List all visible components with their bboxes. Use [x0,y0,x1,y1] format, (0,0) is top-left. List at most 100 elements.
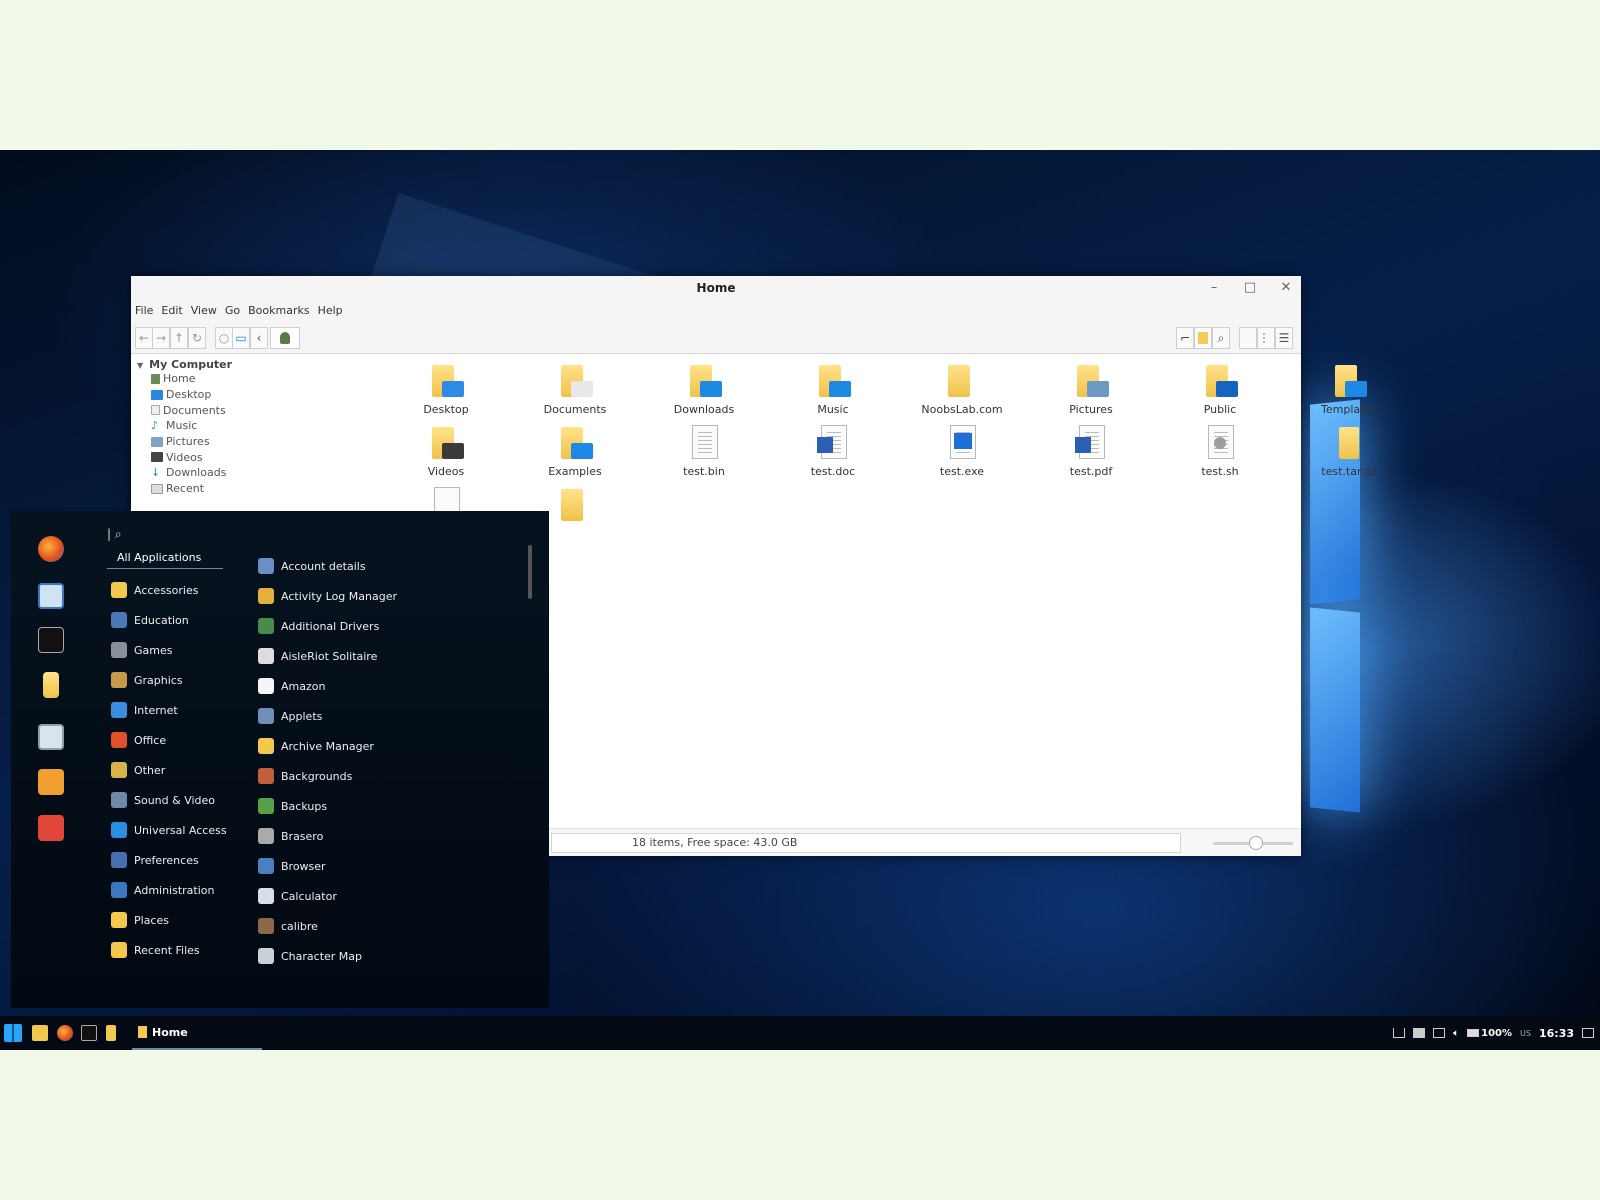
category-item[interactable]: Preferences [111,849,199,871]
app-item[interactable]: Backups [258,795,327,817]
menu-go[interactable]: Go [225,304,240,317]
sidebar-item-videos[interactable]: Videos [131,449,291,465]
file-item[interactable]: Templates [1294,361,1404,416]
files-folder-icon[interactable] [43,672,59,698]
file-item[interactable]: Documents [520,361,630,416]
app-item[interactable]: Backgrounds [258,765,352,787]
firefox-launcher-icon[interactable] [57,1025,73,1041]
file-item[interactable]: test.pdf [1036,423,1146,478]
sidebar-item-recent[interactable]: Recent [131,481,291,497]
firefox-icon[interactable] [38,536,64,562]
category-item[interactable]: Accessories [111,579,198,601]
app-item[interactable]: Activity Log Manager [258,585,397,607]
breadcrumb-home[interactable] [270,327,300,349]
close-button[interactable]: ✕ [1277,280,1295,296]
clock[interactable]: 16:33 [1539,1027,1574,1040]
category-item[interactable]: Education [111,609,189,631]
file-item[interactable]: test.tar.gz [1294,423,1404,478]
volume-icon[interactable]: 🔈︎ [1453,1028,1459,1039]
keyboard-layout[interactable]: US [1520,1029,1531,1038]
sidebar-item-documents[interactable]: Documents [131,402,291,418]
stop-button[interactable]: ○ [215,327,233,349]
show-desktop-icon[interactable] [1393,1028,1406,1038]
file-item[interactable]: Pictures [1036,361,1146,416]
list-view-icon[interactable]: ☰ [1275,327,1293,349]
menu-view[interactable]: View [191,304,217,317]
power-icon[interactable] [38,815,64,841]
file-manager-launcher-icon[interactable] [32,1025,48,1041]
computer-icon[interactable]: ▭ [232,327,250,349]
battery-indicator[interactable]: 100% [1467,1028,1512,1039]
logout-key-icon[interactable] [38,769,64,795]
category-item[interactable]: Graphics [111,669,183,691]
category-item[interactable]: Other [111,759,165,781]
category-item[interactable]: Internet [111,699,178,721]
app-item[interactable]: Brasero [258,825,323,847]
file-item[interactable]: Examples [520,423,630,478]
app-item[interactable]: calibre [258,915,318,937]
category-item[interactable]: Administration [111,879,215,901]
reload-button[interactable]: ↻ [188,327,206,349]
file-item[interactable]: Videos [391,423,501,478]
screen-lock-icon[interactable] [38,724,64,750]
chevron-left-icon[interactable]: ‹ [250,327,268,349]
compact-view-icon[interactable]: ⋮⋮ [1257,327,1282,349]
app-item[interactable]: Amazon [258,675,325,697]
file-item[interactable]: Desktop [391,361,501,416]
category-item[interactable]: Universal Access [111,819,227,841]
search-field[interactable]: | ⌕ [107,527,122,542]
forward-button[interactable]: → [152,327,170,349]
app-list-scrollbar[interactable] [528,545,532,599]
file-item[interactable]: test.doc [778,423,888,478]
notifications-icon[interactable] [1582,1028,1594,1038]
zoom-slider-handle[interactable] [1249,836,1263,850]
taskbar-task-home[interactable]: Home [132,1016,262,1050]
menu-file[interactable]: File [135,304,153,317]
network-icon[interactable] [1433,1028,1446,1038]
terminal-launcher-icon[interactable] [81,1025,97,1041]
icon-view-button[interactable] [1239,327,1257,349]
open-terminal-icon[interactable]: ⌐ [1176,327,1194,349]
app-item[interactable]: Browser [258,855,326,877]
file-item[interactable]: Music [778,361,888,416]
sidebar-item-music[interactable]: ♪ Music [131,418,291,434]
back-button[interactable]: ← [135,327,153,349]
file-item[interactable]: NoobsLab.com [907,361,1017,416]
file-item[interactable]: test.exe [907,423,1017,478]
sidebar-section[interactable]: ▼ My Computer [131,356,291,371]
file-item[interactable]: test.sh [1165,423,1275,478]
app-item[interactable]: Character Map [258,945,362,967]
app-item[interactable]: Calculator [258,885,337,907]
settings-panel-icon[interactable] [38,583,64,609]
search-icon[interactable]: ⌕ [1212,327,1230,349]
folder-launcher-icon[interactable] [106,1025,116,1041]
app-item[interactable]: Archive Manager [258,735,374,757]
sidebar-item-desktop[interactable]: Desktop [131,387,291,403]
maximize-button[interactable]: □ [1241,280,1259,296]
category-item[interactable]: Places [111,909,169,931]
app-item[interactable]: AisleRiot Solitaire [258,645,377,667]
sidebar-item-downloads[interactable]: ↓ Downloads [131,465,291,481]
terminal-icon[interactable] [38,627,64,653]
file-item[interactable]: test.bin [649,423,759,478]
app-item[interactable]: Applets [258,705,322,727]
category-item[interactable]: Sound & Video [111,789,215,811]
app-item[interactable]: Account details [258,555,366,577]
category-item[interactable]: Office [111,729,166,751]
start-button-windows-icon[interactable] [4,1024,22,1042]
category-item[interactable]: Games [111,639,172,661]
menu-bookmarks[interactable]: Bookmarks [248,304,309,317]
menu-edit[interactable]: Edit [161,304,182,317]
sidebar-item-pictures[interactable]: Pictures [131,434,291,450]
category-item[interactable]: Recent Files [111,939,200,961]
new-folder-icon[interactable] [1194,327,1212,349]
user-icon[interactable] [1413,1028,1426,1038]
file-item[interactable]: Public [1165,361,1275,416]
up-button[interactable]: ↑ [170,327,188,349]
file-item[interactable]: Downloads [649,361,759,416]
title-bar[interactable]: Home – □ ✕ [131,276,1301,300]
app-item[interactable]: Additional Drivers [258,615,379,637]
menu-help[interactable]: Help [318,304,343,317]
sidebar-item-home[interactable]: Home [131,371,291,387]
minimize-button[interactable]: – [1205,280,1223,296]
